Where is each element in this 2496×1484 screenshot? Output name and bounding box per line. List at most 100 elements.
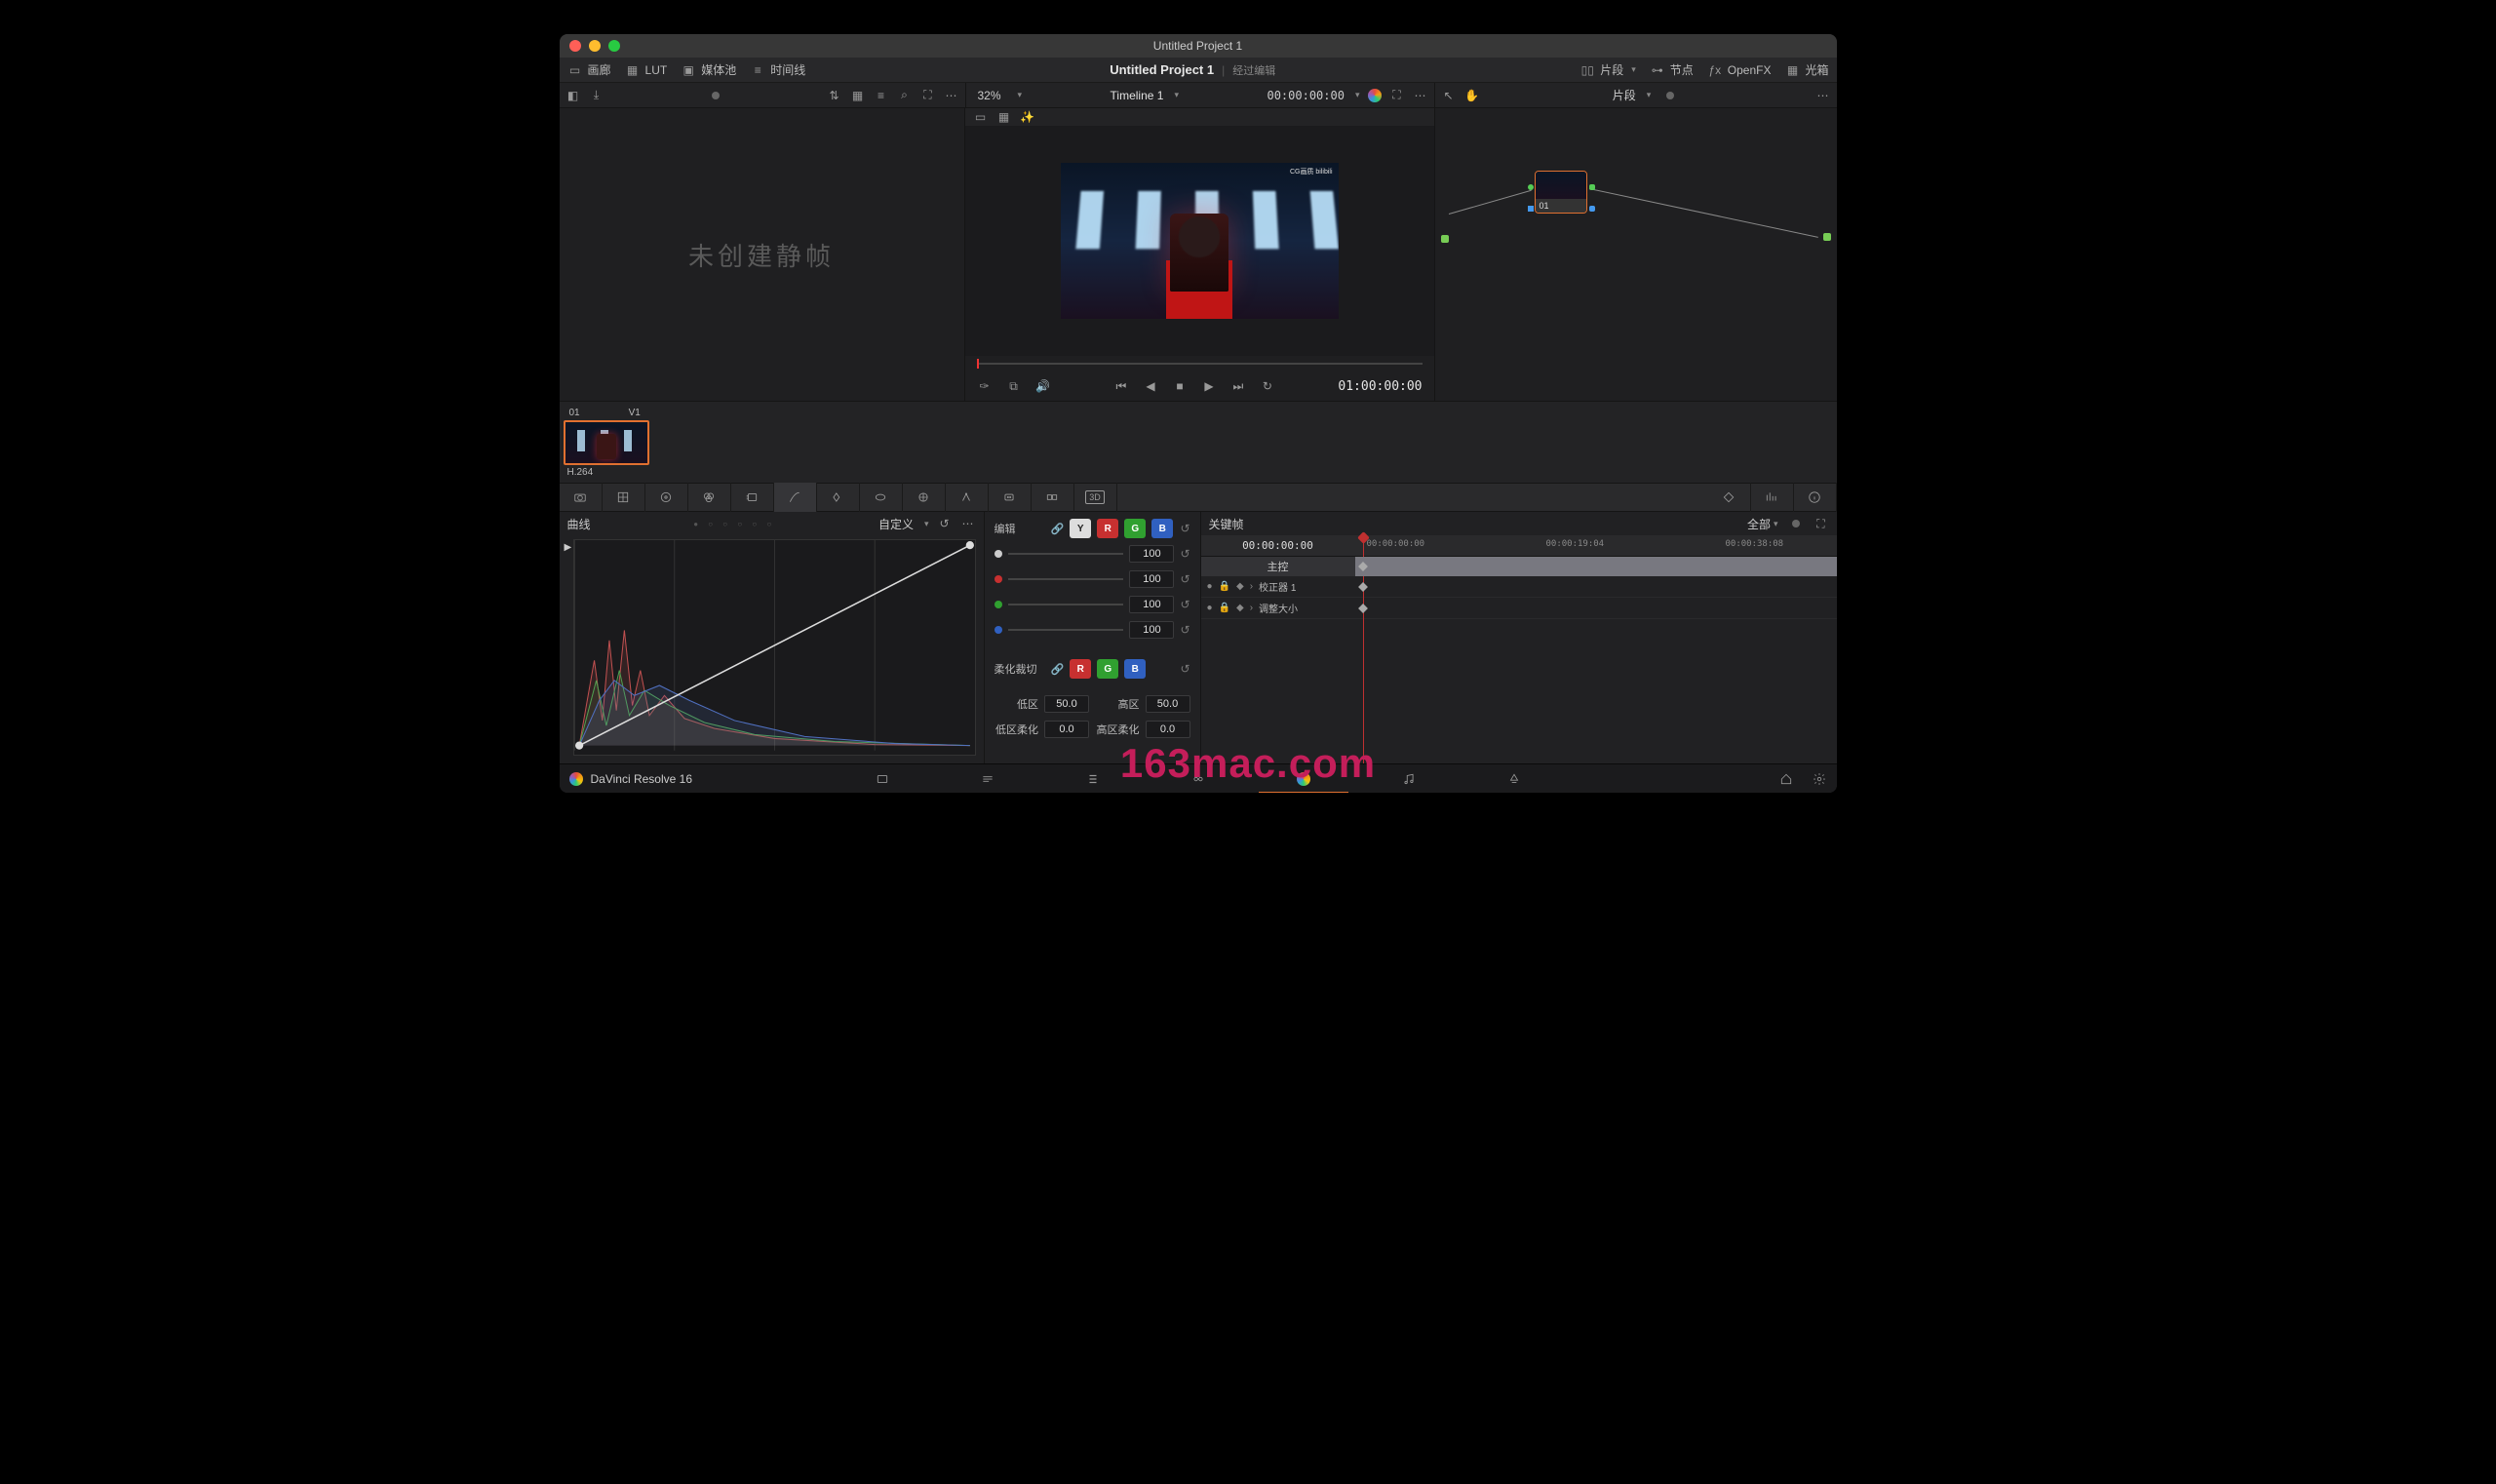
marker-dot[interactable] (1792, 520, 1800, 527)
red-value[interactable] (1129, 570, 1174, 588)
blue-slider[interactable] (1008, 629, 1124, 631)
chevron-down-icon[interactable]: ▾ (1018, 90, 1023, 100)
timeline-button[interactable]: ≡时间线 (750, 61, 805, 78)
keyframe-track[interactable] (1355, 598, 1837, 618)
magic-mask-icon[interactable] (989, 483, 1032, 512)
wand-icon[interactable]: ✨ (1020, 109, 1035, 125)
link-icon[interactable]: 🔗 (1051, 663, 1065, 676)
luma-value[interactable] (1129, 545, 1174, 563)
red-channel-button[interactable]: R (1097, 519, 1118, 538)
color-warper-icon[interactable] (817, 483, 860, 512)
nodes-button[interactable]: ⊶节点 (1650, 61, 1694, 78)
chevron-down-icon[interactable]: ▾ (1355, 90, 1360, 100)
prev-frame-icon[interactable]: ◀ (1143, 378, 1158, 394)
lut-button[interactable]: ▦LUT (625, 62, 668, 78)
openfx-button[interactable]: ƒxOpenFX (1707, 62, 1772, 78)
loop-icon[interactable]: ↻ (1260, 378, 1275, 394)
picker-icon[interactable]: ✑ (977, 378, 993, 394)
layers-icon[interactable]: ⧉ (1006, 378, 1022, 394)
luma-channel-button[interactable]: Y (1070, 519, 1091, 538)
info-icon[interactable] (1794, 483, 1837, 512)
reset-icon[interactable]: ↺ (937, 516, 953, 531)
expand-icon[interactable]: ⛶ (1389, 88, 1405, 103)
expand-icon[interactable]: ⛶ (920, 88, 936, 103)
curves-mode[interactable]: 自定义 (878, 516, 914, 532)
lock-icon[interactable]: 🔒 (1219, 581, 1230, 592)
keyframe-mode-icon[interactable] (1708, 483, 1751, 512)
reset-icon[interactable]: ↺ (1180, 522, 1190, 535)
tracking-icon[interactable] (946, 483, 989, 512)
link-icon[interactable]: 🔗 (1051, 523, 1065, 535)
sidebar-toggle-icon[interactable]: ◧ (566, 88, 581, 103)
sort-icon[interactable]: ⇅ (827, 88, 842, 103)
blue-channel-button[interactable]: B (1124, 659, 1146, 679)
marker-dot[interactable] (712, 92, 720, 99)
close-window-icon[interactable] (569, 40, 581, 52)
marker-dot[interactable] (1666, 92, 1674, 99)
red-slider[interactable] (1008, 578, 1124, 580)
node-graph-panel[interactable]: 01 (1435, 108, 1837, 401)
keyframe-track[interactable] (1355, 576, 1837, 597)
first-frame-icon[interactable]: ⏮ (1113, 378, 1129, 394)
keyframe-timecode[interactable]: 00:00:00:00 (1201, 539, 1355, 552)
reset-icon[interactable]: ↺ (1180, 623, 1190, 637)
home-icon[interactable] (1778, 771, 1794, 787)
camera-raw-icon[interactable] (560, 483, 603, 512)
stereo-3d-icon[interactable]: 3D (1074, 483, 1117, 512)
scopes-icon[interactable] (1751, 483, 1794, 512)
mediapool-button[interactable]: ▣媒体池 (681, 61, 736, 78)
green-slider[interactable] (1008, 604, 1124, 605)
reset-icon[interactable]: ↺ (1180, 598, 1190, 611)
list-icon[interactable]: ≡ (874, 88, 889, 103)
pointer-icon[interactable]: ↖ (1441, 88, 1457, 103)
expand-icon[interactable]: ⛶ (1814, 516, 1829, 531)
master-track-lane[interactable] (1355, 557, 1837, 576)
keyframe-all[interactable]: 全部 (1747, 516, 1771, 532)
search-icon[interactable]: ⌕ (897, 88, 913, 103)
keyframe-diamond-icon[interactable]: ◆ (1236, 603, 1244, 613)
more-icon[interactable]: ⋯ (1815, 88, 1831, 103)
chevron-right-icon[interactable]: › (1250, 603, 1253, 613)
color-node[interactable]: 01 (1535, 171, 1587, 214)
settings-gear-icon[interactable] (1812, 771, 1827, 787)
maximize-window-icon[interactable] (608, 40, 620, 52)
play-icon[interactable]: ▶ (565, 542, 572, 553)
speaker-icon[interactable]: 🔊 (1035, 378, 1051, 394)
curve-page-dots[interactable]: ● ○ ○ ○ ○ ○ (693, 520, 775, 528)
green-channel-button[interactable]: G (1097, 659, 1118, 679)
grid-icon[interactable]: ▦ (850, 88, 866, 103)
more-icon[interactable]: ⋯ (960, 516, 976, 531)
green-channel-button[interactable]: G (1124, 519, 1146, 538)
deliver-page-button[interactable] (1462, 764, 1567, 794)
keyframe-diamond-icon[interactable]: ◆ (1236, 581, 1244, 592)
minimize-window-icon[interactable] (589, 40, 601, 52)
play-icon[interactable]: ▶ (1201, 378, 1217, 394)
window-icon[interactable] (903, 483, 946, 512)
gallery-button[interactable]: ▭画廊 (567, 61, 611, 78)
hand-icon[interactable]: ✋ (1464, 88, 1480, 103)
color-wheel-icon[interactable] (1368, 89, 1382, 102)
curves-icon[interactable] (774, 483, 817, 512)
high-value[interactable] (1146, 695, 1190, 713)
view-mode-icon[interactable]: ▭ (973, 109, 989, 125)
green-value[interactable] (1129, 596, 1174, 613)
viewer-timecode[interactable]: 01:00:00:00 (1338, 379, 1422, 394)
media-page-button[interactable] (830, 764, 935, 794)
blue-channel-button[interactable]: B (1151, 519, 1173, 538)
low-soft-value[interactable] (1044, 721, 1089, 738)
cut-page-button[interactable] (935, 764, 1040, 794)
rgb-mixer-icon[interactable] (688, 483, 731, 512)
viewer-image[interactable]: CG画质 bilibili (965, 126, 1434, 356)
reset-icon[interactable]: ↺ (1180, 572, 1190, 586)
blue-value[interactable] (1129, 621, 1174, 639)
red-channel-button[interactable]: R (1070, 659, 1091, 679)
timecode-display[interactable]: 00:00:00:00 (1267, 89, 1344, 102)
timeline-ruler[interactable]: 00:00:00:00 00:00:19:04 00:00:38:08 (1355, 535, 1837, 556)
high-soft-value[interactable] (1146, 721, 1190, 738)
last-frame-icon[interactable]: ⏭ (1230, 378, 1246, 394)
color-match-icon[interactable] (603, 483, 645, 512)
reset-icon[interactable]: ↺ (1180, 662, 1190, 676)
eye-icon[interactable]: ● (1207, 581, 1213, 592)
download-icon[interactable]: ⤓ (589, 88, 604, 103)
viewer-scrubber[interactable] (965, 356, 1434, 371)
